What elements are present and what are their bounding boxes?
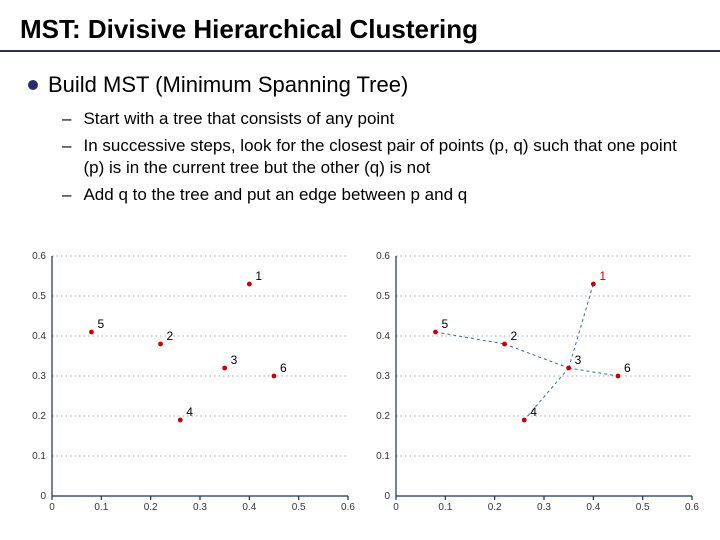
svg-text:0.5: 0.5 [636,502,650,513]
svg-text:0.4: 0.4 [586,502,600,513]
svg-text:0.6: 0.6 [32,251,46,262]
svg-text:6: 6 [624,361,631,375]
svg-text:3: 3 [231,353,238,367]
chart-left: 0 0.1 0.2 0.3 0.4 0.5 0.6 0 0.1 0.2 0.3 0.4 0.5 0.6 1 2… [20,248,356,518]
svg-text:6: 6 [280,361,287,375]
svg-text:4: 4 [186,405,193,419]
svg-text:0.4: 0.4 [242,502,256,513]
bullet-main: Build MST (Minimum Spanning Tree) [28,72,692,98]
body: Build MST (Minimum Spanning Tree) – Star… [28,72,692,211]
svg-text:0.3: 0.3 [537,502,551,513]
dash-icon: – [62,184,71,205]
svg-text:0.1: 0.1 [376,451,390,462]
title-underline [0,50,720,52]
svg-text:0: 0 [384,491,390,502]
svg-text:0.2: 0.2 [32,411,46,422]
svg-text:5: 5 [441,317,448,331]
svg-text:0.2: 0.2 [376,411,390,422]
svg-text:0: 0 [49,502,55,513]
subbullet-3-text: Add q to the tree and put an edge betwee… [83,184,467,205]
svg-text:0.1: 0.1 [94,502,108,513]
subbullet-2-text: In successive steps, look for the closes… [83,135,692,178]
svg-text:2: 2 [167,329,174,343]
bullet-dot-icon [28,80,38,90]
subbullet-2: – In successive steps, look for the clos… [62,135,692,178]
bullet-main-text: Build MST (Minimum Spanning Tree) [48,72,408,98]
chart-right: 0 0.1 0.2 0.3 0.4 0.5 0.6 0 0.1 0.2 0.3 0.4 0.5 0.6 1 2… [364,248,700,518]
svg-text:0.1: 0.1 [32,451,46,462]
subbullet-3: – Add q to the tree and put an edge betw… [62,184,692,205]
svg-text:0.4: 0.4 [376,331,390,342]
subbullet-1-text: Start with a tree that consists of any p… [83,108,394,129]
svg-text:0.3: 0.3 [193,502,207,513]
svg-text:0.6: 0.6 [685,502,699,513]
svg-text:0.2: 0.2 [144,502,158,513]
svg-text:0.2: 0.2 [488,502,502,513]
svg-text:0.6: 0.6 [376,251,390,262]
svg-text:0: 0 [40,491,46,502]
slide-title: MST: Divisive Hierarchical Clustering [20,14,478,45]
slide: MST: Divisive Hierarchical Clustering Bu… [0,0,720,540]
svg-text:0.3: 0.3 [32,371,46,382]
svg-text:4: 4 [530,405,537,419]
svg-text:0.4: 0.4 [32,331,46,342]
svg-text:0.6: 0.6 [341,502,355,513]
svg-text:0.1: 0.1 [438,502,452,513]
dash-icon: – [62,135,71,156]
svg-text:2: 2 [511,329,518,343]
svg-text:3: 3 [575,353,582,367]
svg-text:0.5: 0.5 [292,502,306,513]
svg-text:0.5: 0.5 [376,291,390,302]
charts-row: 0 0.1 0.2 0.3 0.4 0.5 0.6 0 0.1 0.2 0.3 0.4 0.5 0.6 1 2… [20,248,700,518]
svg-text:1: 1 [255,269,262,283]
svg-text:0.3: 0.3 [376,371,390,382]
svg-text:0.5: 0.5 [32,291,46,302]
subbullet-1: – Start with a tree that consists of any… [62,108,692,129]
svg-text:0: 0 [393,502,399,513]
dash-icon: – [62,108,71,129]
svg-text:1: 1 [599,269,606,283]
svg-text:5: 5 [97,317,104,331]
